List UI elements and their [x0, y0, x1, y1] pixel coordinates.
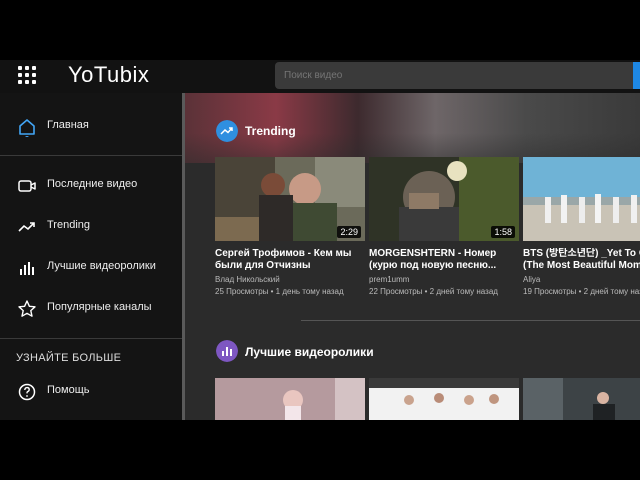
- video-title[interactable]: BTS (방탄소년단) _Yet To Come (The Most Beaut…: [523, 248, 640, 272]
- video-age: 1 день тому назад: [275, 287, 344, 296]
- sidebar-item-label: Trending: [47, 219, 91, 231]
- video-card[interactable]: 2:29 Сергей Трофимов - Кем мы были для О…: [215, 157, 365, 297]
- video-meta: 22 Просмотры • 2 дней тому назад: [369, 287, 498, 296]
- help-icon: [18, 383, 36, 401]
- video-age: 2 дней тому назад: [429, 287, 498, 296]
- sidebar-item-label: Популярные каналы: [47, 301, 152, 313]
- video-camera-icon: [18, 180, 36, 192]
- section-title-trending[interactable]: Trending: [245, 124, 296, 138]
- top-bar: YoTubix: [0, 60, 640, 93]
- video-thumbnail[interactable]: 1:58: [369, 157, 519, 241]
- section-title-top-videos[interactable]: Лучшие видеоролики: [245, 345, 374, 359]
- video-meta: 25 Просмотры • 1 день тому назад: [215, 287, 344, 296]
- trending-icon: [18, 222, 35, 232]
- video-card[interactable]: 1:58 MORGENSHTERN - Номер (курю под нову…: [369, 157, 519, 297]
- letterbox-bottom: [0, 420, 640, 480]
- sidebar-item-home[interactable]: Главная: [0, 109, 182, 143]
- video-views: 19 Просмотры: [523, 287, 577, 296]
- star-icon: [18, 300, 36, 317]
- video-duration: 1:58: [491, 226, 515, 238]
- home-icon: [19, 119, 35, 137]
- section-divider: [301, 320, 640, 321]
- search-button[interactable]: [633, 62, 640, 89]
- app-logo[interactable]: YoTubix: [68, 62, 149, 88]
- sidebar-item-label: Последние видео: [47, 178, 138, 190]
- video-channel[interactable]: Aliya: [523, 275, 540, 284]
- video-channel[interactable]: Влад Никольский: [215, 275, 280, 284]
- video-age: 2 дней тому назад: [583, 287, 640, 296]
- sidebar-item-popular-channels[interactable]: Популярные каналы: [0, 291, 182, 325]
- sidebar-item-latest-videos[interactable]: Последние видео: [0, 168, 182, 202]
- video-title[interactable]: MORGENSHTERN - Номер (курю под новую пес…: [369, 248, 519, 272]
- video-views: 25 Просмотры: [215, 287, 269, 296]
- top-videos-section-icon: [216, 340, 238, 362]
- sidebar-item-trending[interactable]: Trending: [0, 209, 182, 243]
- sidebar-item-label: Помощь: [47, 384, 90, 396]
- search-input[interactable]: [275, 62, 633, 89]
- video-thumbnail[interactable]: 2:29: [215, 157, 365, 241]
- trending-section-icon: [216, 120, 238, 142]
- video-card[interactable]: BTS (방탄소년단) _Yet To Come (The Most Beaut…: [523, 157, 640, 297]
- video-thumbnail[interactable]: [369, 378, 519, 420]
- sidebar-item-help[interactable]: Помощь: [0, 374, 182, 408]
- sidebar-item-label: Главная: [47, 119, 89, 131]
- sidebar-divider: [0, 155, 182, 156]
- video-channel[interactable]: prem1umm: [369, 275, 409, 284]
- apps-grid-icon[interactable]: [18, 66, 38, 86]
- sidebar-section-title: УЗНАЙТЕ БОЛЬШЕ: [16, 352, 122, 364]
- sidebar-item-top-videos[interactable]: Лучшие видеоролики: [0, 250, 182, 284]
- video-thumbnail[interactable]: [523, 157, 640, 241]
- video-meta: 19 Просмотры • 2 дней тому назад: [523, 287, 640, 296]
- video-duration: 2:29: [337, 226, 361, 238]
- video-thumbnail[interactable]: [215, 378, 365, 420]
- sidebar-item-label: Лучшие видеоролики: [47, 260, 156, 272]
- sidebar-divider: [0, 338, 182, 339]
- video-views: 22 Просмотры: [369, 287, 423, 296]
- bar-chart-icon: [20, 262, 34, 275]
- video-thumbnail[interactable]: [523, 378, 640, 420]
- video-title[interactable]: Сергей Трофимов - Кем мы были для Отчизн…: [215, 248, 365, 272]
